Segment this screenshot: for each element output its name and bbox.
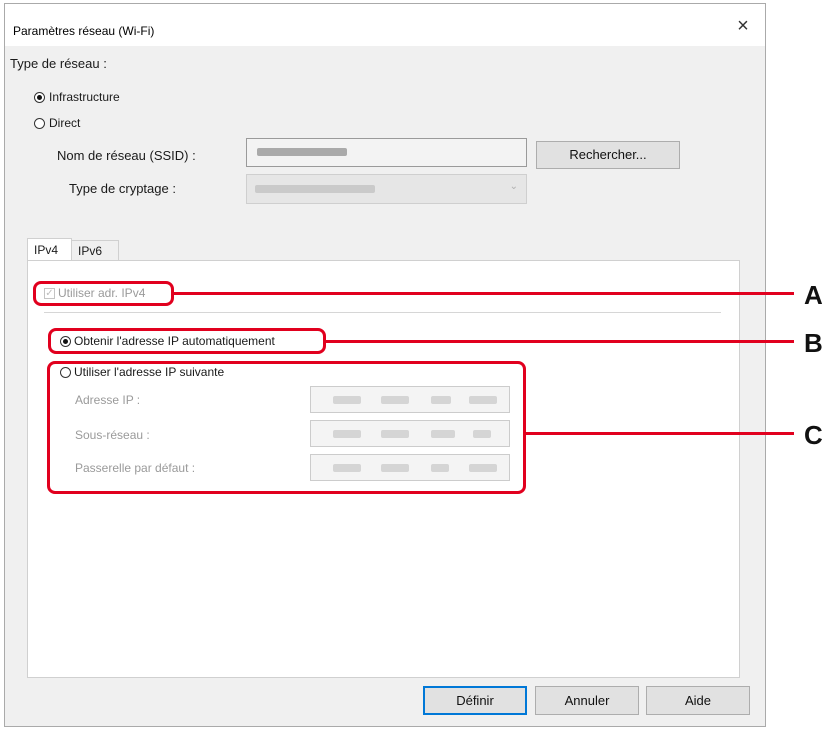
annotation-label-c: C xyxy=(804,420,823,450)
infrastructure-label[interactable]: Infrastructure xyxy=(49,90,120,104)
annotation-label-b: B xyxy=(804,328,823,358)
separator-line xyxy=(44,312,721,313)
tab-ipv6[interactable]: IPv6 xyxy=(71,240,119,260)
ssid-label: Nom de réseau (SSID) : xyxy=(57,148,196,163)
help-button[interactable]: Aide xyxy=(646,686,750,715)
annotation-line-b xyxy=(326,340,794,343)
annotation-label-a: A xyxy=(804,280,823,310)
search-button[interactable]: Rechercher... xyxy=(536,141,680,169)
annotation-box-b xyxy=(48,328,326,354)
annotation-box-a xyxy=(33,281,174,306)
encryption-label: Type de cryptage : xyxy=(69,181,176,196)
window-title: Paramètres réseau (Wi-Fi) xyxy=(13,24,155,38)
ssid-redacted-value xyxy=(257,148,347,156)
chevron-down-icon: ⌄ xyxy=(509,181,518,192)
annotation-line-c xyxy=(526,432,794,435)
direct-radio[interactable] xyxy=(34,118,45,129)
ok-button[interactable]: Définir xyxy=(423,686,527,715)
encryption-select[interactable]: ⌄ xyxy=(246,174,527,204)
annotation-line-a xyxy=(174,292,794,295)
tab-ipv4-label: IPv4 xyxy=(34,243,59,257)
cancel-button[interactable]: Annuler xyxy=(535,686,639,715)
infrastructure-radio[interactable] xyxy=(34,92,45,103)
tab-ipv6-label: IPv6 xyxy=(78,244,103,258)
ssid-input[interactable] xyxy=(246,138,527,167)
tab-ipv4[interactable]: IPv4 xyxy=(27,238,72,261)
title-bar: Paramètres réseau (Wi-Fi) × xyxy=(5,4,765,46)
encryption-redacted-value xyxy=(255,185,375,193)
close-icon[interactable]: × xyxy=(731,14,755,38)
network-type-label: Type de réseau : xyxy=(10,56,107,71)
direct-label[interactable]: Direct xyxy=(49,116,80,130)
annotation-box-c xyxy=(47,361,526,494)
